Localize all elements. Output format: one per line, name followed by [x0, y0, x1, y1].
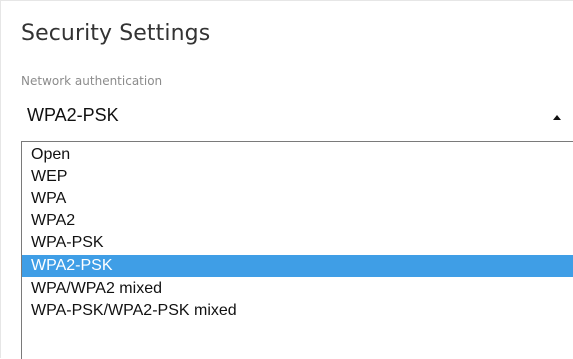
- option-wpa-psk[interactable]: WPA-PSK: [22, 232, 573, 254]
- network-authentication-select[interactable]: WPA2-PSK: [21, 95, 573, 139]
- option-wpa-wpa2-mixed[interactable]: WPA/WPA2 mixed: [22, 278, 573, 300]
- option-wpa[interactable]: WPA: [22, 188, 573, 210]
- security-settings-panel: Security Settings Network authentication…: [0, 0, 573, 359]
- network-authentication-dropdown-list[interactable]: Open WEP WPA WPA2 WPA-PSK WPA2-PSK WPA/W…: [21, 141, 573, 359]
- option-wep[interactable]: WEP: [22, 166, 573, 188]
- section-title: Security Settings: [21, 21, 211, 46]
- selected-value: WPA2-PSK: [27, 105, 119, 125]
- network-authentication-label: Network authentication: [21, 74, 163, 88]
- option-wpa2-psk[interactable]: WPA2-PSK: [22, 255, 573, 277]
- option-open[interactable]: Open: [22, 144, 573, 166]
- option-wpa-psk-wpa2-psk-mixed[interactable]: WPA-PSK/WPA2-PSK mixed: [22, 300, 573, 322]
- option-wpa2[interactable]: WPA2: [22, 210, 573, 232]
- caret-up-icon[interactable]: [553, 115, 561, 120]
